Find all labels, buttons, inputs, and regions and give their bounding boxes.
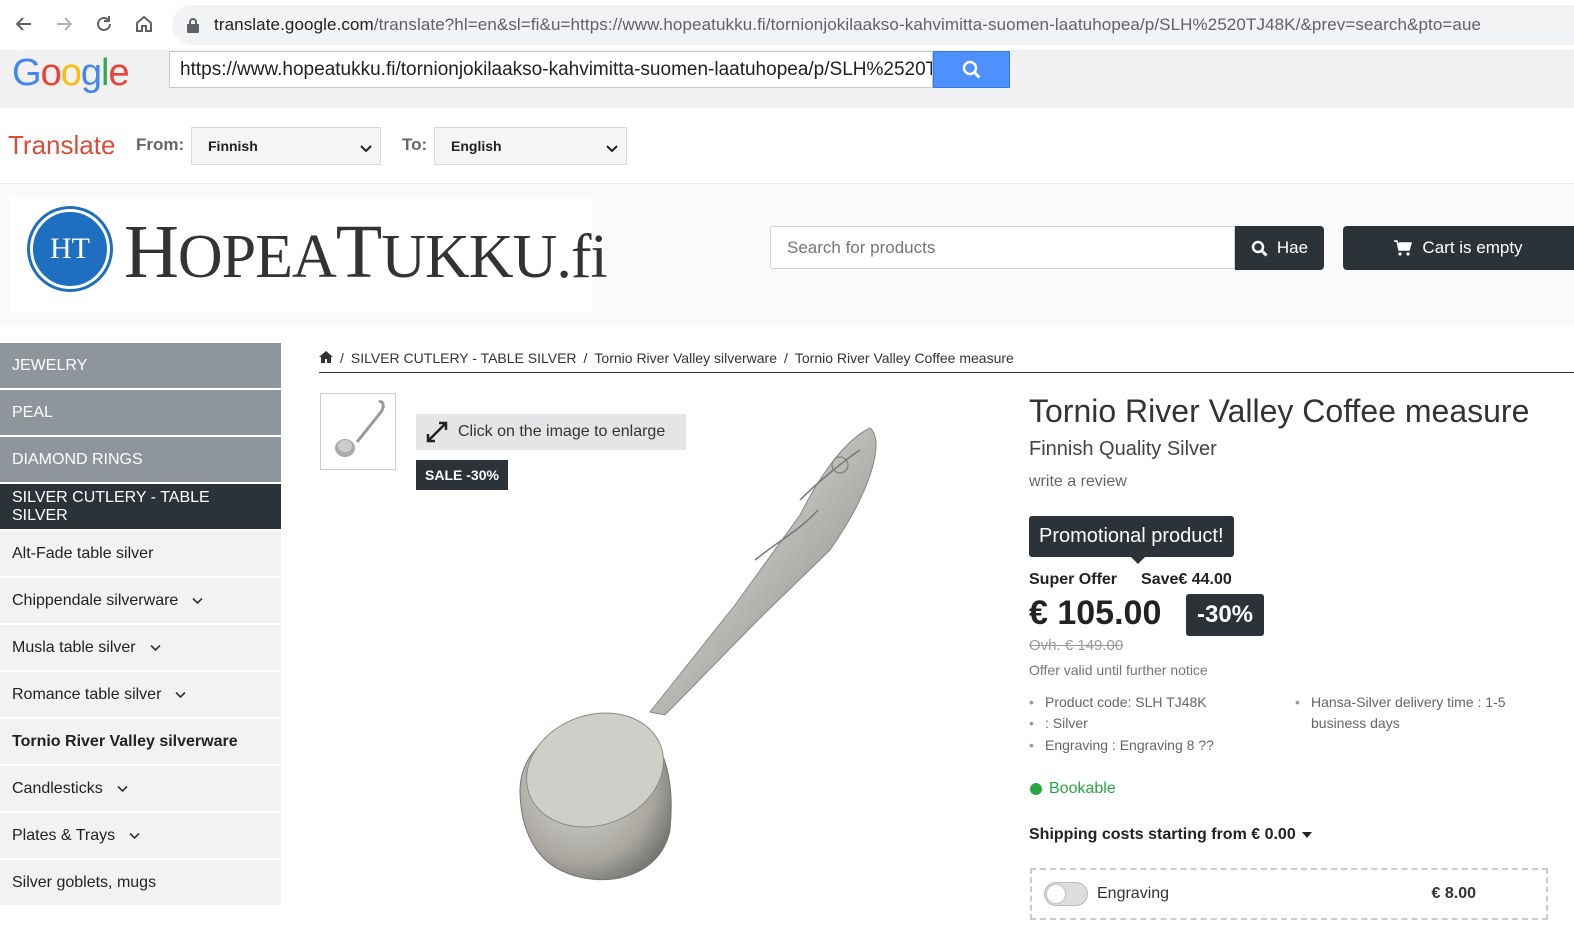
- search-button[interactable]: Hae: [1235, 226, 1324, 270]
- sidebar-item-label: DIAMOND RINGS: [12, 450, 143, 468]
- back-icon[interactable]: [12, 12, 36, 36]
- engraving-option: Engraving € 8.00: [1030, 868, 1548, 920]
- browser-toolbar: translate.google.com/translate?hl=en&sl=…: [0, 0, 1574, 50]
- logo-letter: e: [108, 52, 129, 94]
- offer-label: Super Offer: [1029, 571, 1118, 588]
- from-label: From:: [136, 135, 185, 154]
- to-label: To:: [402, 135, 428, 154]
- breadcrumb-current: Tornio River Valley Coffee measure: [794, 349, 1014, 366]
- site-logo[interactable]: HT HOPEATUKKU.fi: [10, 197, 608, 313]
- sidebar-item[interactable]: JEWELRY: [0, 343, 281, 390]
- home-icon[interactable]: [319, 350, 333, 366]
- offer-validity: Offer valid until further notice: [1029, 662, 1208, 678]
- sidebar-item[interactable]: PEAL: [0, 390, 281, 437]
- chevron-down-icon[interactable]: [150, 644, 161, 652]
- spec-item: •: Silver: [1029, 715, 1088, 731]
- shipping-costs-dropdown[interactable]: Shipping costs starting from € 0.00: [1029, 826, 1312, 844]
- product-subtitle: Finnish Quality Silver: [1029, 438, 1217, 460]
- site-header: HT HOPEATUKKU.fi Hae Cart is empty: [0, 185, 1574, 325]
- product-title: Tornio River Valley Coffee measure: [1029, 393, 1530, 429]
- logo-wordmark: HOPEATUKKU.fi: [124, 210, 608, 294]
- sidebar-item[interactable]: Romance table silver: [0, 672, 281, 719]
- save-amount: Save€ 44.00: [1141, 571, 1232, 588]
- sidebar-item-label: Alt-Fade table silver: [12, 544, 154, 562]
- sidebar-item-label: Chippendale silverware: [12, 591, 179, 609]
- sidebar-item[interactable]: Chippendale silverware: [0, 578, 281, 625]
- spec-item: • Product code: SLH TJ48K: [1029, 694, 1207, 710]
- caret-down-icon: [1301, 832, 1312, 838]
- sidebar-item-label: Romance table silver: [12, 685, 162, 703]
- chevron-down-icon[interactable]: [129, 832, 140, 840]
- sidebar-item[interactable]: DIAMOND RINGS: [0, 437, 281, 484]
- sidebar-item[interactable]: Silver goblets, mugs: [0, 860, 281, 907]
- category-sidebar: JEWELRY PEAL DIAMOND RINGS SILVER CUTLERY -…: [0, 343, 281, 907]
- sidebar-item[interactable]: Tornio River Valley silverware: [0, 719, 281, 766]
- promo-badge: Promotional product!: [1029, 516, 1234, 564]
- google-logo[interactable]: Google: [12, 52, 130, 95]
- breadcrumb: / SILVER CUTLERY - TABLE SILVER / Tornio…: [319, 347, 1574, 373]
- home-icon[interactable]: [132, 12, 156, 36]
- from-language-select[interactable]: Finnish: [191, 127, 381, 165]
- cart-icon: [1394, 240, 1413, 256]
- discount-badge: -30%: [1186, 594, 1264, 636]
- search-icon: [962, 60, 981, 79]
- logo-letter: G: [12, 52, 42, 94]
- spec-item: business days: [1311, 715, 1400, 731]
- chevron-down-icon: [360, 140, 372, 156]
- sidebar-item-label: PEAL: [12, 403, 53, 421]
- price: € 105.00: [1029, 594, 1162, 632]
- chevron-down-icon[interactable]: [117, 785, 128, 793]
- logo-letter: o: [60, 52, 82, 94]
- sidebar-item[interactable]: Musla table silver: [0, 625, 281, 672]
- reload-icon[interactable]: [92, 12, 116, 36]
- url-input[interactable]: https://www.hopeatukku.fi/tornionjokilaa…: [169, 51, 933, 88]
- breadcrumb-item[interactable]: Tornio River Valley silverware: [594, 350, 777, 366]
- sidebar-item-label: Silver goblets, mugs: [12, 873, 157, 891]
- cart-button[interactable]: Cart is empty: [1343, 226, 1574, 270]
- address-bar[interactable]: translate.google.com/translate?hl=en&sl=…: [172, 5, 1574, 45]
- spec-item: • Engraving : Engraving 8 ??: [1029, 737, 1214, 753]
- search-icon: [1251, 240, 1268, 257]
- sidebar-item-label: Tornio River Valley silverware: [12, 732, 238, 750]
- status-dot-icon: [1030, 783, 1042, 795]
- translate-options-bar: Translate From: Finnish To: English: [0, 108, 1574, 184]
- lock-icon: [186, 17, 200, 38]
- logo-letter: l: [100, 52, 110, 94]
- availability-status: Bookable: [1030, 780, 1116, 798]
- engraving-toggle[interactable]: [1044, 882, 1088, 906]
- product-image[interactable]: [500, 420, 900, 890]
- to-language-select[interactable]: English: [434, 127, 627, 165]
- sidebar-item[interactable]: SILVER CUTLERY - TABLE SILVER: [0, 484, 281, 531]
- sidebar-item-label: Candlesticks: [12, 779, 103, 797]
- product-thumbnail[interactable]: [320, 393, 396, 470]
- chevron-down-icon[interactable]: [175, 691, 186, 699]
- sidebar-item-label: JEWELRY: [12, 356, 88, 374]
- sidebar-item-label: SILVER CUTLERY - TABLE SILVER: [12, 488, 210, 524]
- breadcrumb-item[interactable]: SILVER CUTLERY - TABLE SILVER: [351, 350, 577, 366]
- expand-icon: [426, 421, 448, 443]
- engraving-price: € 8.00: [1431, 885, 1476, 902]
- chevron-down-icon[interactable]: [192, 597, 203, 605]
- logo-letter: g: [80, 52, 102, 94]
- logo-letter: o: [40, 52, 62, 94]
- logo-badge: HT: [30, 209, 110, 289]
- spec-item: • Hansa-Silver delivery time : 1-5: [1295, 694, 1506, 710]
- translate-title: Translate: [8, 130, 116, 160]
- sidebar-item-label: Musla table silver: [12, 638, 136, 656]
- sidebar-item[interactable]: Candlesticks: [0, 766, 281, 813]
- write-review-link[interactable]: write a review: [1029, 473, 1127, 491]
- product-search-input[interactable]: [770, 226, 1235, 269]
- chevron-down-icon: [606, 140, 618, 156]
- engraving-label: Engraving: [1097, 885, 1170, 902]
- sidebar-item-label: Plates & Trays: [12, 826, 116, 844]
- sidebar-item[interactable]: Plates & Trays: [0, 813, 281, 860]
- sale-badge: SALE -30%: [416, 460, 508, 490]
- url-text: translate.google.com/translate?hl=en&sl=…: [214, 15, 1482, 34]
- sidebar-item[interactable]: Alt-Fade table silver: [0, 531, 281, 578]
- google-translate-bar: Google https://www.hopeatukku.fi/tornion…: [0, 50, 1574, 108]
- old-price: Ovh. € 149.00: [1029, 637, 1124, 654]
- forward-icon[interactable]: [52, 12, 76, 36]
- offer-line: Super Offer Save€ 44.00: [1029, 571, 1232, 589]
- google-search-button[interactable]: [933, 51, 1010, 88]
